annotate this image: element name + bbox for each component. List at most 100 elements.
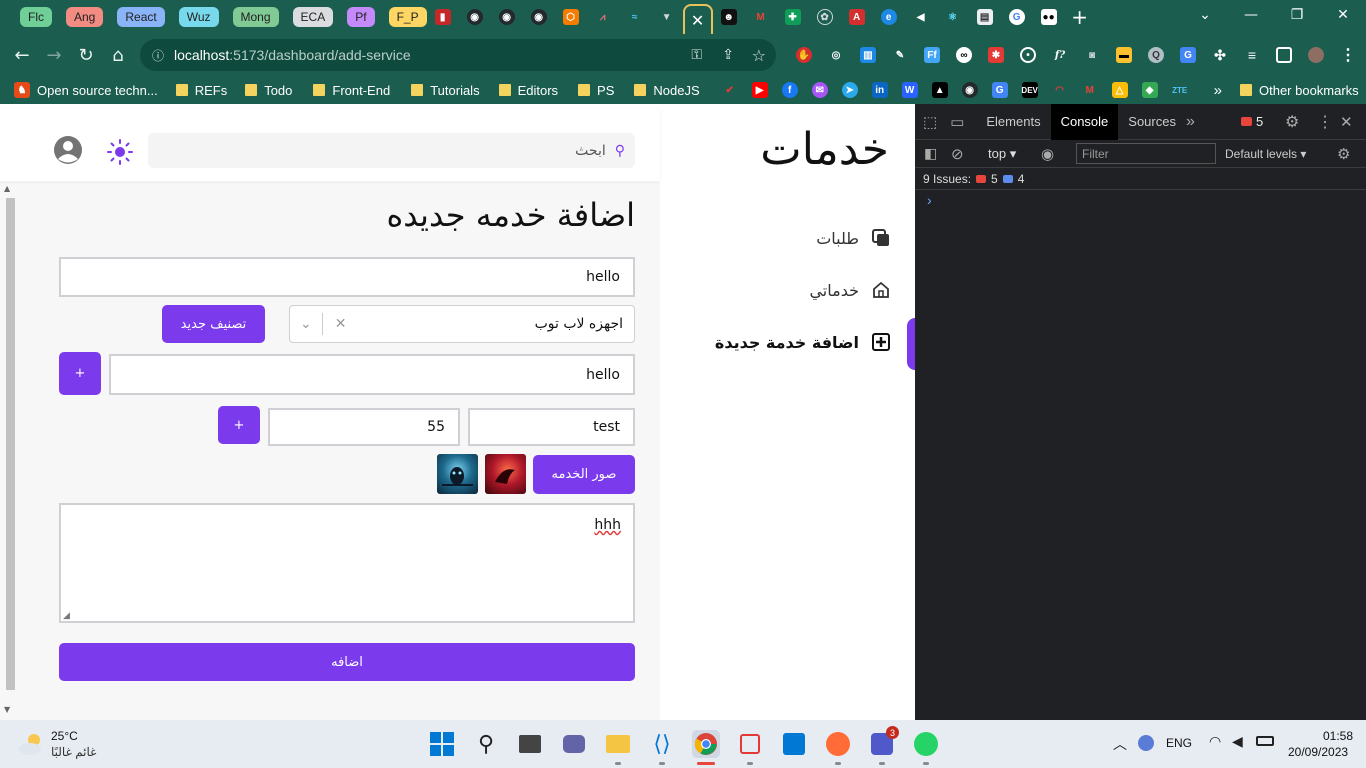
extension-button[interactable]: ▥ bbox=[852, 43, 884, 67]
extension-button[interactable]: G bbox=[1172, 43, 1204, 67]
tab[interactable]: ◀ bbox=[905, 0, 937, 34]
tab-elements[interactable]: Elements bbox=[976, 104, 1050, 140]
add-feature-button[interactable]: + bbox=[59, 352, 101, 395]
extension-button[interactable]: Q bbox=[1140, 43, 1172, 67]
description-textarea[interactable]: hhh ◢ bbox=[59, 503, 635, 623]
close-icon[interactable]: ✕ bbox=[1340, 113, 1353, 131]
share-icon[interactable]: ⇪ bbox=[722, 47, 734, 63]
new-category-button[interactable]: تصنيف جديد bbox=[162, 305, 265, 343]
teams-button[interactable]: 3 bbox=[868, 726, 899, 758]
arc-icon[interactable]: ◠ bbox=[1052, 82, 1068, 98]
bookmark-folder[interactable]: Tutorials bbox=[411, 83, 480, 98]
language-indicator[interactable]: ENG bbox=[1166, 736, 1192, 750]
zte-icon[interactable]: ZTE bbox=[1172, 82, 1188, 98]
new-tab-button[interactable]: + bbox=[1065, 5, 1095, 29]
add-option-button[interactable]: + bbox=[218, 406, 260, 444]
extension-button[interactable]: Ff bbox=[916, 43, 948, 67]
extension-button[interactable]: ✱ bbox=[980, 43, 1012, 67]
clock-date[interactable]: 20/09/2023 bbox=[1288, 745, 1348, 759]
search-taskbar-button[interactable]: ⚲ bbox=[472, 730, 500, 758]
tab[interactable]: ✿ bbox=[809, 0, 841, 34]
tab[interactable]: ▮ bbox=[427, 0, 459, 34]
vscode-button[interactable]: ⟨⟩ bbox=[648, 730, 676, 758]
tab[interactable]: ⬡ bbox=[555, 0, 587, 34]
sidebar-item-my-services[interactable]: خدماتي bbox=[809, 280, 891, 300]
info-icon[interactable]: ⓘ bbox=[152, 47, 164, 64]
weather-widget[interactable] bbox=[16, 729, 46, 759]
back-button[interactable]: ← bbox=[6, 39, 38, 71]
tab-console[interactable]: Console bbox=[1050, 103, 1119, 140]
feature-input[interactable]: hello bbox=[109, 354, 635, 395]
bookmark-folder[interactable]: NodeJS bbox=[634, 83, 700, 98]
scroll-down-icon[interactable]: ▼ bbox=[4, 705, 10, 714]
bookmark-star-icon[interactable]: ☆ bbox=[752, 46, 766, 65]
profile-button[interactable] bbox=[1300, 43, 1332, 67]
tab-group-flc[interactable]: Flc bbox=[20, 7, 52, 27]
tab[interactable]: ◉ bbox=[491, 0, 523, 34]
github-icon[interactable]: ◉ bbox=[961, 82, 978, 98]
maximize-button[interactable]: ❐ bbox=[1274, 0, 1320, 30]
file-explorer-button[interactable] bbox=[604, 730, 632, 758]
device-toolbar-icon[interactable]: ▭ bbox=[950, 113, 964, 131]
volume-icon[interactable]: ◀ bbox=[1232, 733, 1243, 750]
maps-icon[interactable]: ◆ bbox=[1141, 82, 1158, 98]
log-levels-select[interactable]: Default levels ▾ bbox=[1225, 147, 1306, 161]
address-bar[interactable]: ⓘ localhost:5173/dashboard/add-service ⚿… bbox=[140, 39, 776, 71]
show-hidden-icons-button[interactable]: ︿ bbox=[1113, 734, 1127, 754]
youtube-icon[interactable]: ▶ bbox=[751, 82, 768, 98]
search-input[interactable]: ابحث ⚲ bbox=[148, 133, 635, 168]
tab[interactable]: ◉ bbox=[523, 0, 555, 34]
console-prompt[interactable]: › bbox=[915, 190, 1366, 210]
tray-app-icon[interactable] bbox=[1138, 735, 1154, 751]
scroll-up-icon[interactable]: ▲ bbox=[4, 184, 10, 193]
bookmark-folder[interactable]: Front-End bbox=[313, 83, 390, 98]
extension-button[interactable]: • bbox=[1012, 43, 1044, 67]
tab[interactable]: e bbox=[873, 0, 905, 34]
side-panel-button[interactable] bbox=[1268, 43, 1300, 67]
tab-sources[interactable]: Sources bbox=[1118, 104, 1186, 140]
tab-group-wuz[interactable]: Wuz bbox=[178, 7, 219, 27]
other-bookmarks[interactable]: Other bookmarks bbox=[1239, 83, 1359, 98]
whatsapp-button[interactable] bbox=[912, 730, 940, 758]
tab[interactable]: ⩘ bbox=[587, 0, 619, 34]
drive-icon[interactable]: △ bbox=[1111, 82, 1128, 98]
service-name-input[interactable]: hello bbox=[59, 257, 635, 297]
submit-button[interactable]: اضافه bbox=[59, 643, 635, 681]
tab[interactable]: ◉ bbox=[459, 0, 491, 34]
tab-search-button[interactable]: ⌄ bbox=[1182, 0, 1228, 30]
tab[interactable]: ✚ bbox=[777, 0, 809, 34]
bookmarks-overflow-button[interactable]: » bbox=[1214, 82, 1222, 99]
close-window-button[interactable]: ✕ bbox=[1320, 0, 1366, 30]
extension-button[interactable]: ✎ bbox=[884, 43, 916, 67]
snipping-tool-button[interactable] bbox=[736, 730, 764, 758]
gmail-icon[interactable]: M bbox=[1082, 82, 1098, 98]
home-button[interactable]: ⌂ bbox=[102, 39, 134, 71]
issues-bar[interactable]: 9 Issues: 5 4 bbox=[915, 168, 1366, 190]
bookmark-folder[interactable]: Todo bbox=[245, 83, 292, 98]
eye-icon[interactable]: ◉ bbox=[1041, 145, 1054, 163]
extension-button[interactable]: ◎ bbox=[820, 43, 852, 67]
inspect-icon[interactable]: ⬚ bbox=[923, 113, 937, 131]
kebab-menu-icon[interactable]: ⋮ bbox=[1317, 112, 1333, 132]
postman-button[interactable] bbox=[824, 730, 852, 758]
start-button[interactable] bbox=[428, 730, 456, 758]
resize-handle-icon[interactable]: ◢ bbox=[63, 611, 70, 621]
vercel-icon[interactable]: ▲ bbox=[931, 82, 948, 98]
settings-gear-icon[interactable]: ⚙ bbox=[1285, 112, 1299, 132]
devto-icon[interactable]: DEV bbox=[1021, 82, 1038, 98]
tab-group-mong[interactable]: Mong bbox=[232, 7, 279, 27]
chevron-down-icon[interactable]: ⌄ bbox=[300, 316, 312, 332]
active-tab[interactable]: ✕ bbox=[682, 4, 713, 34]
context-select[interactable]: top ▾ bbox=[988, 146, 1016, 162]
error-count-badge[interactable]: 5 bbox=[1241, 114, 1263, 129]
upload-images-button[interactable]: صور الخدمه bbox=[533, 455, 635, 494]
scrollbar-thumb[interactable] bbox=[6, 198, 15, 690]
tab-group-eca[interactable]: ECA bbox=[292, 7, 334, 27]
extension-button[interactable]: f? bbox=[1044, 43, 1076, 67]
facebook-icon[interactable]: f bbox=[781, 82, 798, 98]
tab[interactable]: M bbox=[745, 0, 777, 34]
tab-group-pf[interactable]: Pf bbox=[347, 7, 375, 27]
tab[interactable]: G bbox=[1001, 0, 1033, 34]
tab[interactable]: ☻ bbox=[713, 0, 745, 34]
forward-button[interactable]: → bbox=[38, 39, 70, 71]
